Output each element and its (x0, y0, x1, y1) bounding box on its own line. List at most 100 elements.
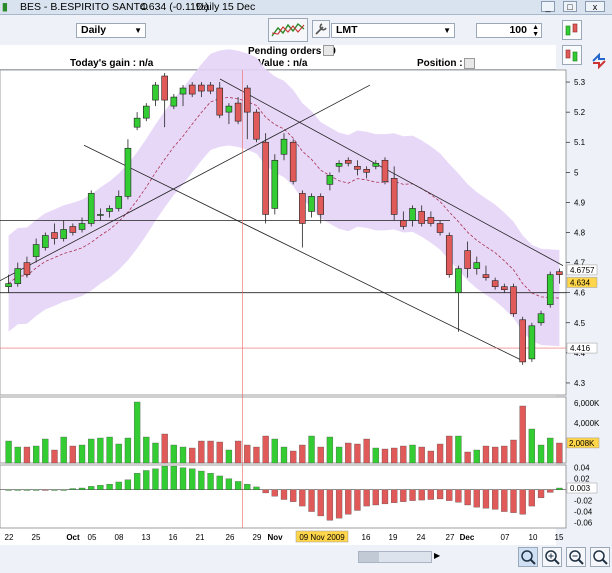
candle-body[interactable] (354, 165, 361, 170)
macd-bar[interactable] (537, 489, 545, 499)
macd-bar[interactable] (42, 489, 49, 491)
macd-bar[interactable] (262, 489, 269, 494)
macd-bar[interactable] (482, 489, 490, 509)
volume-bar[interactable] (317, 446, 324, 464)
candle-body[interactable] (207, 84, 214, 92)
refresh-button[interactable] (590, 52, 608, 70)
macd-bar[interactable] (381, 489, 389, 505)
macd-bar[interactable] (225, 478, 233, 490)
candle-body[interactable] (188, 84, 196, 95)
volume-bar[interactable] (354, 443, 361, 464)
macd-bar[interactable] (198, 470, 205, 490)
chart-type-button[interactable] (268, 18, 308, 42)
candle-body[interactable] (69, 226, 77, 233)
candle-body[interactable] (289, 141, 297, 182)
candle-body[interactable] (546, 274, 554, 306)
sell-order-button[interactable] (562, 45, 582, 65)
candle-body[interactable] (170, 96, 178, 107)
candle-body[interactable] (225, 105, 233, 113)
candle-body[interactable] (519, 319, 526, 363)
volume-bar[interactable] (501, 445, 508, 464)
macd-bar[interactable] (280, 489, 288, 500)
candle-body[interactable] (32, 244, 40, 257)
macd-bar[interactable] (446, 489, 453, 501)
candle-body[interactable] (143, 105, 150, 119)
volume-bar[interactable] (32, 445, 40, 464)
volume-bar[interactable] (510, 439, 517, 464)
candle-body[interactable] (115, 196, 123, 209)
candle-body[interactable] (491, 280, 499, 287)
volume-panel[interactable] (0, 396, 567, 464)
candle-body[interactable] (87, 193, 95, 224)
volume-bar[interactable] (133, 401, 141, 464)
volume-bar[interactable] (455, 435, 462, 464)
volume-bar[interactable] (23, 446, 31, 464)
position-button[interactable] (464, 58, 475, 69)
macd-bar[interactable] (51, 489, 58, 491)
volume-bar[interactable] (326, 436, 334, 464)
macd-bar[interactable] (290, 489, 297, 502)
zoom-select-button[interactable] (518, 547, 538, 567)
volume-bar[interactable] (436, 443, 444, 464)
macd-bar[interactable] (23, 489, 31, 491)
macd-bar[interactable] (253, 486, 260, 490)
volume-bar[interactable] (290, 450, 297, 464)
candle-body[interactable] (528, 325, 536, 360)
volume-bar[interactable] (42, 438, 49, 464)
macd-bar[interactable] (97, 485, 104, 490)
candle-body[interactable] (5, 283, 12, 287)
candle-body[interactable] (234, 102, 242, 122)
macd-bar[interactable] (299, 489, 306, 507)
volume-bar[interactable] (537, 444, 545, 464)
candle-body[interactable] (473, 262, 481, 269)
candle-body[interactable] (216, 87, 224, 116)
volume-bar[interactable] (189, 447, 196, 464)
candle-body[interactable] (152, 84, 159, 101)
scroll-right-icon[interactable]: ▶ (434, 551, 444, 561)
candle-body[interactable] (23, 262, 31, 275)
volume-bar[interactable] (253, 446, 260, 464)
candle-body[interactable] (427, 217, 435, 224)
candle-body[interactable] (482, 274, 490, 278)
volume-bar[interactable] (400, 445, 407, 464)
candle-body[interactable] (501, 286, 508, 290)
volume-bar[interactable] (372, 447, 379, 464)
candle-body[interactable] (262, 141, 269, 215)
macd-bar[interactable] (519, 489, 526, 515)
volume-bar[interactable] (234, 440, 242, 464)
macd-bar[interactable] (124, 479, 132, 490)
macd-bar[interactable] (345, 489, 352, 515)
candle-body[interactable] (161, 75, 168, 101)
candle-body[interactable] (51, 232, 58, 239)
volume-bar[interactable] (391, 447, 398, 464)
candle-body[interactable] (14, 268, 22, 284)
candle-body[interactable] (390, 178, 398, 215)
volume-bar[interactable] (280, 446, 288, 464)
candle-body[interactable] (455, 268, 462, 293)
macd-bar[interactable] (436, 489, 444, 500)
candle-body[interactable] (445, 235, 453, 275)
macd-bar[interactable] (354, 489, 361, 511)
horizontal-scrollbar[interactable] (358, 551, 432, 563)
order-type-select[interactable]: LMT ▼ (331, 23, 455, 38)
macd-bar[interactable] (133, 473, 141, 490)
candle-body[interactable] (198, 84, 205, 92)
macd-bar[interactable] (400, 489, 407, 502)
volume-bar[interactable] (409, 444, 416, 464)
candle-body[interactable] (537, 313, 545, 324)
candle-body[interactable] (510, 286, 517, 315)
macd-bar[interactable] (189, 468, 196, 490)
candle-body[interactable] (253, 111, 260, 140)
macd-bar[interactable] (492, 489, 499, 510)
macd-bar[interactable] (14, 489, 21, 491)
volume-bar[interactable] (345, 442, 352, 464)
volume-bar[interactable] (216, 441, 223, 464)
candle-body[interactable] (97, 214, 104, 216)
pending-orders-button[interactable] (323, 45, 334, 56)
candle-body[interactable] (418, 211, 425, 224)
volume-bar[interactable] (88, 438, 95, 464)
macd-bar[interactable] (409, 489, 416, 501)
candle-body[interactable] (381, 159, 389, 182)
macd-bar[interactable] (455, 489, 462, 503)
macd-bar[interactable] (88, 486, 95, 490)
